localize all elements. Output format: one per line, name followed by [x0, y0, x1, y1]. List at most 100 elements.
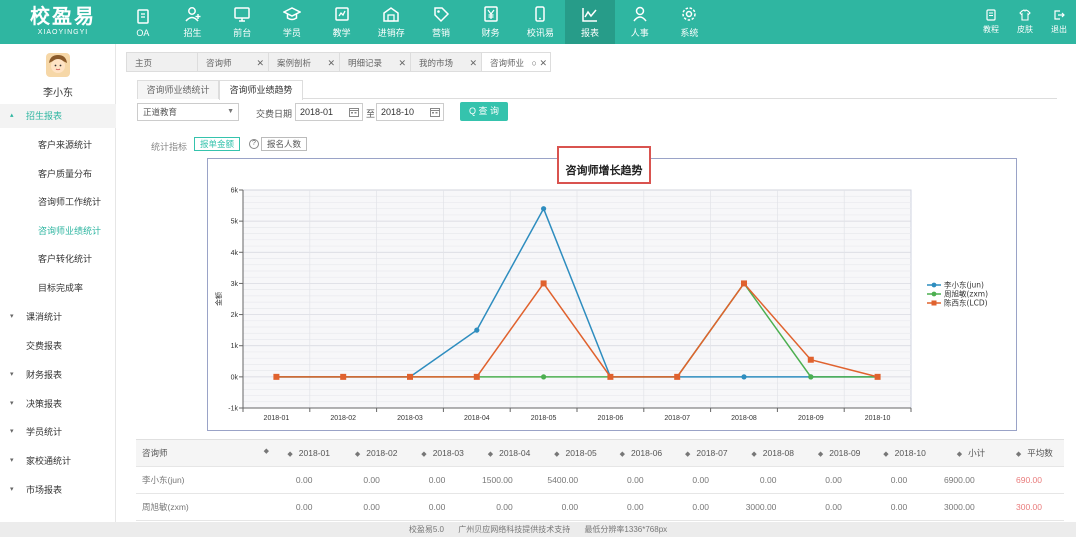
amount-button[interactable]: 报单金额 — [194, 137, 241, 151]
nav-item-label: 学员 — [282, 28, 301, 38]
column-header[interactable]: ◆ 2018-07 — [673, 439, 739, 467]
sidebar-group[interactable]: ▾ 决策报表 — [0, 392, 116, 416]
table-cell: 0.00 — [542, 493, 609, 521]
legend-label: 陈西东(LCD) — [944, 298, 988, 308]
sidebar-group[interactable]: ▾ 家校通统计 — [0, 449, 116, 473]
top-tool-item[interactable]: 皮肤 — [1008, 0, 1042, 44]
nav-item[interactable]: 招生 — [168, 0, 218, 44]
sidebar-item[interactable]: 客户质量分布 — [0, 162, 116, 186]
calendar-icon — [349, 108, 359, 117]
table-cell: 1500.00 — [475, 466, 543, 494]
user-add-icon — [184, 7, 201, 22]
sidebar-item[interactable]: 客户来源统计 — [0, 133, 116, 157]
sidebar-group[interactable]: 交费报表 — [0, 334, 116, 358]
nav-item[interactable]: 报表 — [565, 0, 615, 44]
teach-icon — [334, 7, 349, 21]
nav-item[interactable]: 教学 — [317, 0, 367, 44]
top-tool-item[interactable]: 退出 — [1042, 0, 1076, 44]
column-header[interactable]: ◆ 2018-06 — [608, 439, 674, 467]
close-icon[interactable]: ✕ — [398, 53, 406, 73]
sidebar-item[interactable]: 咨询师工作统计 — [0, 190, 116, 214]
nav-item[interactable]: 财务 — [466, 0, 516, 44]
column-header-label: 小计 — [968, 448, 986, 458]
close-icon[interactable]: ✕ — [327, 53, 335, 73]
column-header[interactable]: ◆ 2018-09 — [806, 439, 872, 467]
column-header[interactable]: 咨询师 ◆ — [136, 439, 275, 467]
footer-version: 校盈易5.0 — [408, 525, 444, 534]
sidebar-item[interactable]: 咨询师业绩统计 — [0, 219, 116, 243]
sort-icon[interactable]: ◆ — [264, 447, 269, 455]
nav-item[interactable]: 校讯易 — [516, 0, 566, 44]
avatar[interactable] — [46, 53, 70, 77]
top-tool-item[interactable]: 教程 — [974, 0, 1008, 44]
column-header[interactable]: ◆ 2018-10 — [871, 439, 938, 467]
page-tab[interactable]: 咨询师业 ○ ✕ — [481, 52, 551, 72]
sort-icon[interactable]: ◆ — [421, 451, 426, 458]
sort-icon[interactable]: ◆ — [554, 451, 559, 458]
sidebar-group[interactable]: ▾ 学员统计 — [0, 420, 116, 444]
nav-item[interactable]: 营销 — [416, 0, 466, 44]
nav-item-label: 前台 — [233, 28, 252, 38]
sort-icon[interactable]: ◆ — [883, 451, 888, 458]
sort-icon[interactable]: ◆ — [287, 451, 292, 458]
calendar-icon — [430, 108, 440, 117]
sort-icon[interactable]: ◆ — [355, 451, 360, 458]
sort-icon[interactable]: ◆ — [620, 451, 625, 458]
help-icon[interactable]: ? — [249, 139, 259, 149]
data-point — [808, 374, 814, 380]
table-row: 李小东(jun) 0.00 0.00 0.00 1500.00 5400.00 0.00 0.… — [136, 466, 1064, 494]
column-header[interactable]: ◆ 2018-04 — [475, 439, 543, 467]
column-header[interactable]: ◆ 小计 — [937, 439, 1005, 467]
nav-item[interactable]: 系统 — [665, 0, 715, 44]
nav-item[interactable]: 人事 — [615, 0, 665, 44]
sidebar-item[interactable]: 客户转化统计 — [0, 247, 116, 271]
date-to-input[interactable]: 2018-10 — [376, 103, 444, 121]
date-from-input[interactable]: 2018-01 — [295, 103, 363, 121]
sidebar-item[interactable]: 目标完成率 — [0, 276, 116, 300]
close-icon[interactable]: ✕ — [469, 53, 477, 73]
column-header[interactable]: ◆ 2018-05 — [542, 439, 609, 467]
subtab-performance-trend[interactable]: 咨询师业绩趋势 — [219, 80, 303, 100]
data-point — [541, 206, 547, 212]
sort-icon[interactable]: ◆ — [818, 451, 823, 458]
subtab-performance-stats[interactable]: 咨询师业绩统计 — [137, 80, 219, 99]
query-button[interactable]: Q 查 询 — [460, 102, 508, 121]
page-tab[interactable]: 案例剖析 ✕ — [268, 52, 339, 72]
sort-icon[interactable]: ◆ — [685, 451, 690, 458]
page-tab[interactable]: 我的市场 ✕ — [410, 52, 481, 72]
menu-label: 咨询师工作统计 — [38, 197, 102, 208]
tutorial-icon — [986, 9, 996, 21]
person-icon — [633, 6, 647, 22]
sort-icon[interactable]: ◆ — [1016, 451, 1021, 458]
close-icon[interactable]: ✕ — [256, 53, 264, 73]
column-header[interactable]: ◆ 2018-02 — [342, 439, 410, 467]
column-header[interactable]: ◆ 2018-08 — [738, 439, 807, 467]
count-button[interactable]: 报名人数 — [261, 137, 308, 151]
sidebar-group[interactable]: ▾ 市场报表 — [0, 478, 116, 502]
table-cell: 5400.00 — [542, 466, 609, 494]
page-tab[interactable]: 明细记录 ✕ — [339, 52, 410, 72]
nav-item[interactable]: OA — [118, 0, 168, 44]
nav-item[interactable]: 学员 — [267, 0, 317, 44]
sort-icon[interactable]: ◆ — [957, 451, 962, 458]
sidebar-group[interactable]: ▾ 课消统计 — [0, 305, 116, 329]
table-cell: 李小东(jun) — [136, 466, 275, 494]
data-point — [540, 280, 547, 287]
school-select[interactable]: 正道教育 ▼ — [137, 103, 239, 121]
nav-item[interactable]: 前台 — [217, 0, 267, 44]
main-nav: OA 招生 前台 学员 教学 进销存 营销 财务 校讯易 报表 人事 系统 — [118, 0, 714, 44]
page-tab[interactable]: 咨询师 ✕ — [197, 52, 268, 72]
sort-icon[interactable]: ◆ — [488, 451, 493, 458]
page-tab[interactable]: 主页 — [126, 52, 197, 72]
column-header[interactable]: ◆ 2018-01 — [274, 439, 343, 467]
nav-item[interactable]: 进销存 — [366, 0, 416, 44]
top-tool-label: 皮肤 — [1017, 25, 1033, 34]
column-header[interactable]: ◆ 平均数 — [1004, 439, 1064, 467]
close-icon[interactable]: ○ ✕ — [532, 53, 547, 73]
warehouse-icon — [383, 7, 400, 22]
date-to-value: 2018-10 — [381, 107, 415, 117]
column-header[interactable]: ◆ 2018-03 — [409, 439, 476, 467]
sort-icon[interactable]: ◆ — [751, 451, 756, 458]
sidebar-group[interactable]: ▾ 财务报表 — [0, 363, 116, 387]
sidebar-group-enrollment-reports[interactable]: ▴ 招生报表 — [0, 104, 116, 128]
